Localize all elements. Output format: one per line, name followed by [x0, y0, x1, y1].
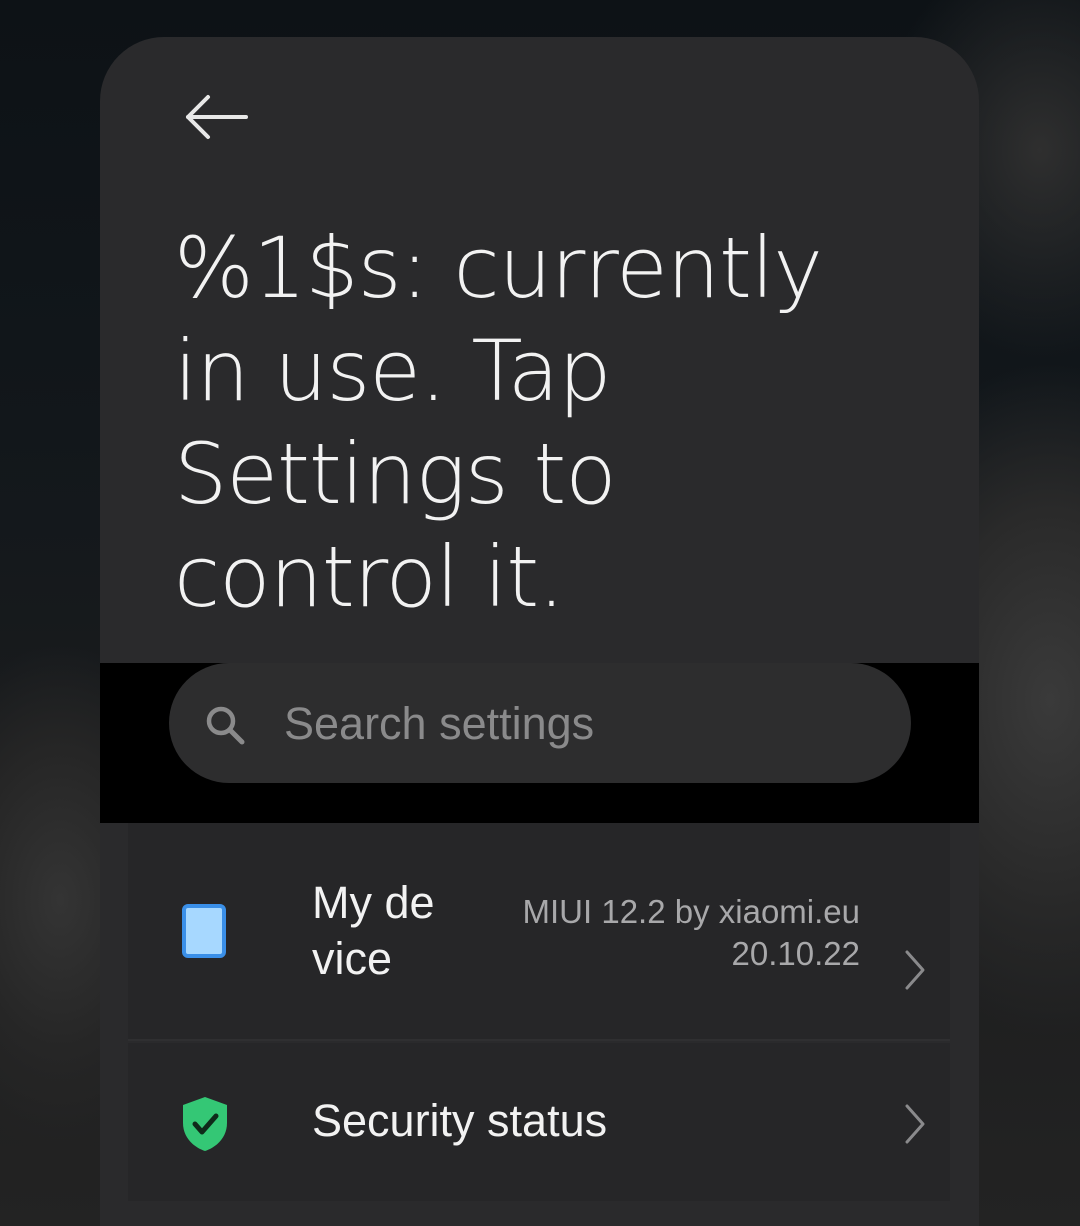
search-placeholder: Search settings — [284, 698, 595, 749]
settings-list: My de vice MIUI 12.2 by xiaomi.eu 20.10.… — [128, 823, 950, 1201]
list-item-value: MIUI 12.2 by xiaomi.eu 20.10.22 — [522, 893, 860, 972]
search-bar-container: Search settings — [100, 663, 979, 823]
arrow-left-icon — [186, 95, 248, 139]
headline-line: in use. Tap — [174, 322, 612, 420]
search-icon — [206, 706, 245, 745]
list-item-title: Security status — [312, 1095, 608, 1146]
back-button[interactable] — [176, 87, 256, 147]
settings-panel: %1$s: currently in use. Tap Settings to … — [100, 37, 979, 1226]
list-item-my-device[interactable]: My de vice MIUI 12.2 by xiaomi.eu 20.10.… — [128, 823, 950, 1041]
phone-device-icon — [182, 904, 226, 958]
chevron-right-icon — [905, 950, 925, 990]
chevron-right-icon — [905, 1104, 925, 1144]
headline-line: control it. — [174, 528, 565, 626]
list-item-title: My de vice — [312, 877, 435, 984]
search-input[interactable]: Search settings — [169, 663, 911, 783]
headline-line: Settings to — [174, 425, 617, 523]
headline-line: %1$s: currently — [174, 219, 823, 317]
list-item-security-status[interactable]: Security status — [128, 1043, 950, 1201]
shield-check-icon — [183, 1097, 227, 1151]
page-headline: %1$s: currently in use. Tap Settings to … — [174, 217, 874, 629]
